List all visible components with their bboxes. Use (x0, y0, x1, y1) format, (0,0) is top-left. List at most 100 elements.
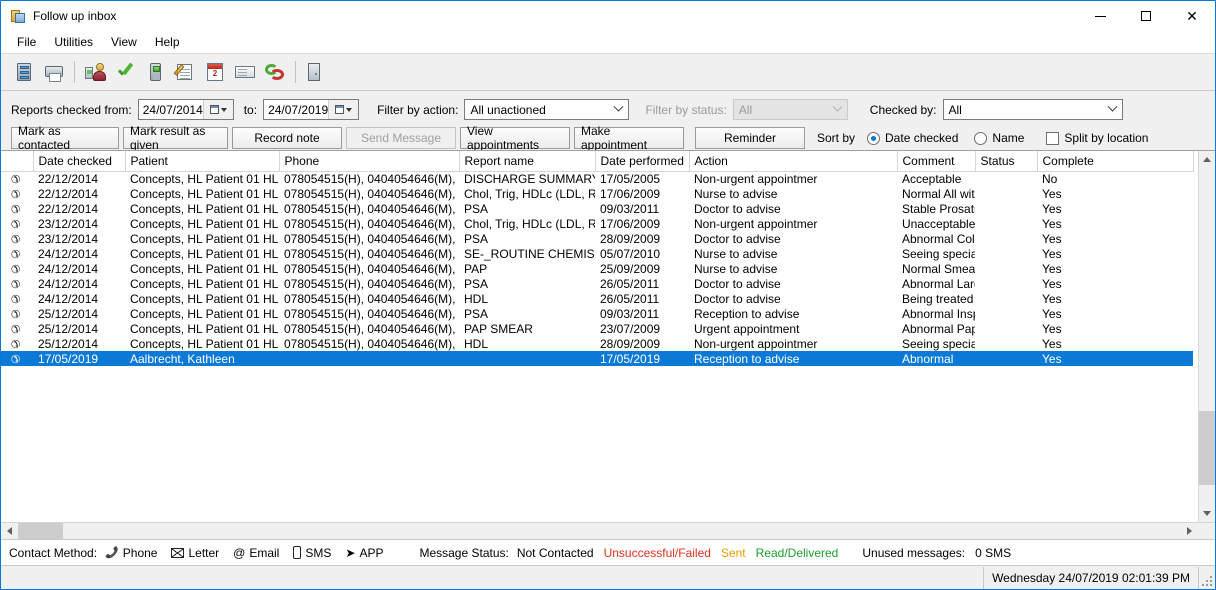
checked-by-select[interactable]: All (942, 99, 1123, 120)
cell-patient: Concepts, HL Patient 01 HL (130, 186, 279, 201)
table-row[interactable]: ✆ 25/12/2014 Concepts, HL Patient 01 HL 078… (1, 306, 1193, 321)
scroll-right-button[interactable] (1181, 523, 1198, 539)
reports-from-date-picker[interactable]: 24/07/2014 (137, 99, 234, 120)
vertical-scrollbar[interactable] (1198, 151, 1215, 522)
cell-date-performed: 25/09/2009 (600, 261, 661, 276)
refresh-button[interactable] (261, 57, 289, 87)
mark-as-contacted-button[interactable]: Mark as contacted (11, 124, 119, 152)
menu-utilities[interactable]: Utilities (45, 33, 102, 51)
filter-by-action-select[interactable]: All unactioned (464, 99, 630, 120)
cell-date-checked: 17/05/2019 (33, 351, 125, 366)
exit-door-icon (305, 61, 327, 83)
column-header-phone[interactable]: Phone (279, 151, 460, 172)
reports-from-date-dropdown[interactable] (202, 100, 233, 119)
chevron-down-icon[interactable] (1104, 101, 1121, 118)
mark-done-tick-icon (114, 61, 136, 83)
close-button[interactable]: ✕ (1169, 1, 1215, 31)
menu-help[interactable]: Help (146, 33, 189, 51)
menu-view[interactable]: View (102, 33, 146, 51)
cell-complete: Yes (1042, 201, 1062, 216)
table-row[interactable]: ✆ 23/12/2014 Concepts, HL Patient 01 HL 078… (1, 216, 1193, 231)
reminder-button[interactable]: Reminder (695, 127, 805, 149)
filter-by-status-select: All (732, 99, 848, 120)
record-note-button-2[interactable]: Record note (232, 127, 342, 149)
mark-done-button[interactable] (111, 57, 139, 87)
vertical-scroll-thumb[interactable] (1199, 410, 1215, 485)
table-row[interactable]: ✆ 25/12/2014 Concepts, HL Patient 01 HL 078… (1, 336, 1193, 351)
envelope-icon (171, 547, 185, 558)
column-header-comment[interactable]: Comment (897, 151, 976, 172)
table-row[interactable]: ✆ 22/12/2014 Concepts, HL Patient 01 HL 078… (1, 186, 1193, 201)
cell-date-checked: 24/12/2014 (38, 261, 99, 276)
table-row[interactable]: ✆ 22/12/2014 Concepts, HL Patient 01 HL 078… (1, 201, 1193, 216)
table-row[interactable]: ✆ 17/05/2019 Aalbrecht, Kathleen 17/05/2019… (1, 351, 1193, 366)
cell-action: Doctor to advise (694, 231, 781, 246)
vertical-scroll-track[interactable] (1199, 168, 1215, 505)
table-row[interactable]: ✆ 24/12/2014 Concepts, HL Patient 01 HL 078… (1, 291, 1193, 306)
table-row[interactable]: ✆ 25/12/2014 Concepts, HL Patient 01 HL 078… (1, 321, 1193, 336)
menu-file[interactable]: File (8, 33, 45, 51)
table-row[interactable]: ✆ 22/12/2014 Concepts, HL Patient 01 HL 078… (1, 171, 1193, 186)
column-header-icon[interactable] (1, 151, 34, 172)
minimize-button[interactable] (1077, 1, 1123, 31)
cell-complete: Yes (1042, 246, 1062, 261)
file-cabinet-button[interactable] (10, 57, 38, 87)
scroll-up-button[interactable] (1199, 151, 1215, 168)
column-header-date-checked[interactable]: Date checked (33, 151, 126, 172)
chevron-down-icon[interactable] (610, 101, 627, 118)
record-note-button[interactable] (171, 57, 199, 87)
table-row[interactable]: ✆ 23/12/2014 Concepts, HL Patient 01 HL 078… (1, 231, 1193, 246)
cell-date-checked: 22/12/2014 (38, 186, 99, 201)
letter-button[interactable] (231, 57, 259, 87)
scroll-down-button[interactable] (1199, 505, 1215, 522)
calendar-icon (209, 105, 219, 114)
sort-date-checked-radio[interactable]: Date checked (867, 131, 958, 145)
table-row[interactable]: ✆ 24/12/2014 Concepts, HL Patient 01 HL 078… (1, 276, 1193, 291)
print-button[interactable] (40, 57, 68, 87)
legend-app-label: APP (359, 545, 384, 560)
column-header-status[interactable]: Status (975, 151, 1038, 172)
patient-details-button[interactable] (81, 57, 109, 87)
column-header-action[interactable]: Action (689, 151, 898, 172)
exit-button[interactable] (302, 57, 330, 87)
horizontal-scroll-track[interactable] (18, 523, 1181, 539)
appointment-button[interactable]: 2 (201, 57, 229, 87)
scroll-left-button[interactable] (1, 523, 18, 539)
reports-from-date-value: 24/07/2014 (142, 102, 203, 117)
chevron-left-icon (7, 527, 12, 535)
grid-body[interactable]: Date checked Patient Phone Report name D… (1, 151, 1198, 522)
resize-grip-icon[interactable] (1202, 576, 1212, 586)
legend-email-label: Email (249, 545, 280, 560)
cell-status (975, 261, 1037, 276)
column-header-date-performed[interactable]: Date performed (595, 151, 690, 172)
sms-button[interactable] (141, 57, 169, 87)
table-row[interactable]: ✆ 24/12/2014 Concepts, HL Patient 01 HL 078… (1, 261, 1193, 276)
table-body: ✆ 22/12/2014 Concepts, HL Patient 01 HL 078… (1, 171, 1193, 366)
sort-name-radio[interactable]: Name (974, 131, 1024, 145)
row-contact-method-icon-cell: ✆ (1, 351, 33, 366)
window-controls: ✕ (1077, 1, 1215, 31)
cell-patient: Concepts, HL Patient 01 HL (130, 291, 279, 306)
reports-to-date-dropdown[interactable] (328, 100, 359, 119)
make-appointment-button[interactable]: Make appointment (574, 124, 684, 152)
mark-result-as-given-button[interactable]: Mark result as given (123, 124, 228, 152)
cell-comment: Seeing specialist (902, 246, 975, 261)
reports-to-date-picker[interactable]: 24/07/2019 (263, 99, 360, 120)
print-icon (43, 61, 65, 83)
column-header-report-name[interactable]: Report name (459, 151, 596, 172)
row-contact-method-icon-cell: ✆ (1, 246, 33, 261)
table-row[interactable]: ✆ 24/12/2014 Concepts, HL Patient 01 HL 078… (1, 246, 1193, 261)
view-appointments-button[interactable]: View appointments (460, 124, 570, 152)
horizontal-scroll-thumb[interactable] (18, 523, 63, 539)
phone-icon: ✆ (11, 293, 21, 306)
filter-by-action-value: All unactioned (470, 102, 546, 117)
horizontal-scrollbar[interactable] (1, 522, 1215, 539)
column-header-complete[interactable]: Complete (1037, 151, 1194, 172)
cell-status (975, 306, 1037, 321)
cell-report-name: PAP SMEAR (464, 321, 533, 336)
cell-phone: 078054515(H), 0404054646(M), ( (284, 291, 459, 306)
maximize-button[interactable] (1123, 1, 1169, 31)
cell-comment: Abnormal Inspecto Recto (902, 306, 975, 321)
column-header-patient[interactable]: Patient (125, 151, 280, 172)
split-by-location-checkbox[interactable]: Split by location (1046, 131, 1148, 145)
